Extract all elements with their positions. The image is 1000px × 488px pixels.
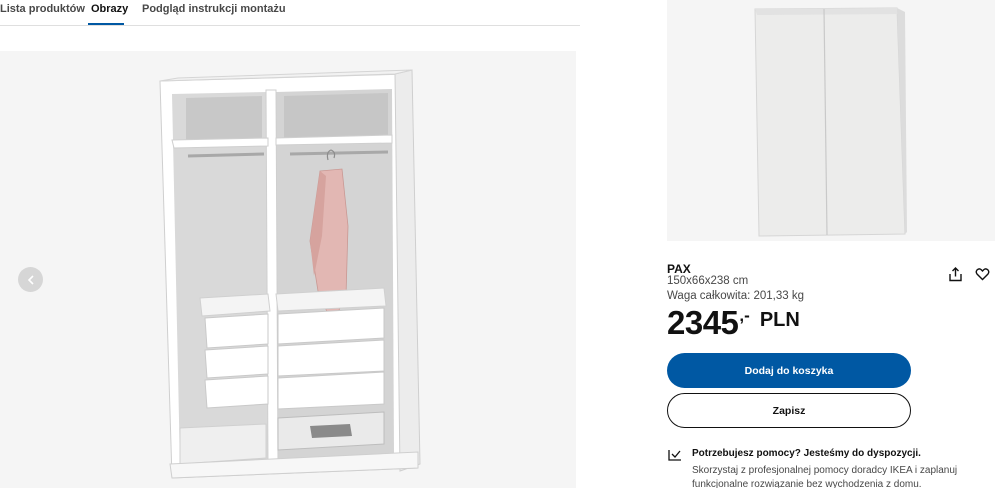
price-suffix: ,- xyxy=(739,306,750,325)
closed-wardrobe-image[interactable] xyxy=(667,0,995,241)
save-button[interactable]: Zapisz xyxy=(667,393,911,428)
tab-assembly-preview[interactable]: Podgląd instrukcji montażu xyxy=(142,3,286,15)
product-weight: Waga całkowita: 201,33 kg xyxy=(667,290,805,302)
chat-check-icon xyxy=(668,450,681,461)
product-dimensions: 150x66x238 cm xyxy=(667,275,749,287)
price-integer: 2345 xyxy=(667,304,739,341)
save-to-favourites-button[interactable] xyxy=(972,264,992,284)
main-image-viewer[interactable] xyxy=(0,51,576,488)
heart-icon xyxy=(975,268,989,281)
share-button[interactable] xyxy=(945,264,965,284)
image-tabs: Lista produktów Obrazy Podgląd instrukcj… xyxy=(0,0,580,26)
help-text: Skorzystaj z profesjonalnej pomocy dorad… xyxy=(692,465,958,488)
help-title: Potrzebujesz pomocy? Jesteśmy do dyspozy… xyxy=(692,448,921,459)
share-icon xyxy=(948,266,962,281)
open-wardrobe-image xyxy=(159,69,421,479)
product-name: PAX xyxy=(667,262,691,276)
tab-product-list[interactable]: Lista produktów xyxy=(0,3,85,15)
price-currency: PLN xyxy=(759,309,800,331)
previous-image-button[interactable] xyxy=(18,267,43,292)
chevron-left-icon xyxy=(27,274,34,285)
tab-images[interactable]: Obrazy xyxy=(91,3,128,15)
closed-wardrobe-illustration xyxy=(754,7,907,237)
product-price: 2345 ,- PLN xyxy=(667,304,800,342)
add-to-cart-button[interactable]: Dodaj do koszyka xyxy=(667,353,911,388)
active-tab-indicator xyxy=(88,23,124,25)
